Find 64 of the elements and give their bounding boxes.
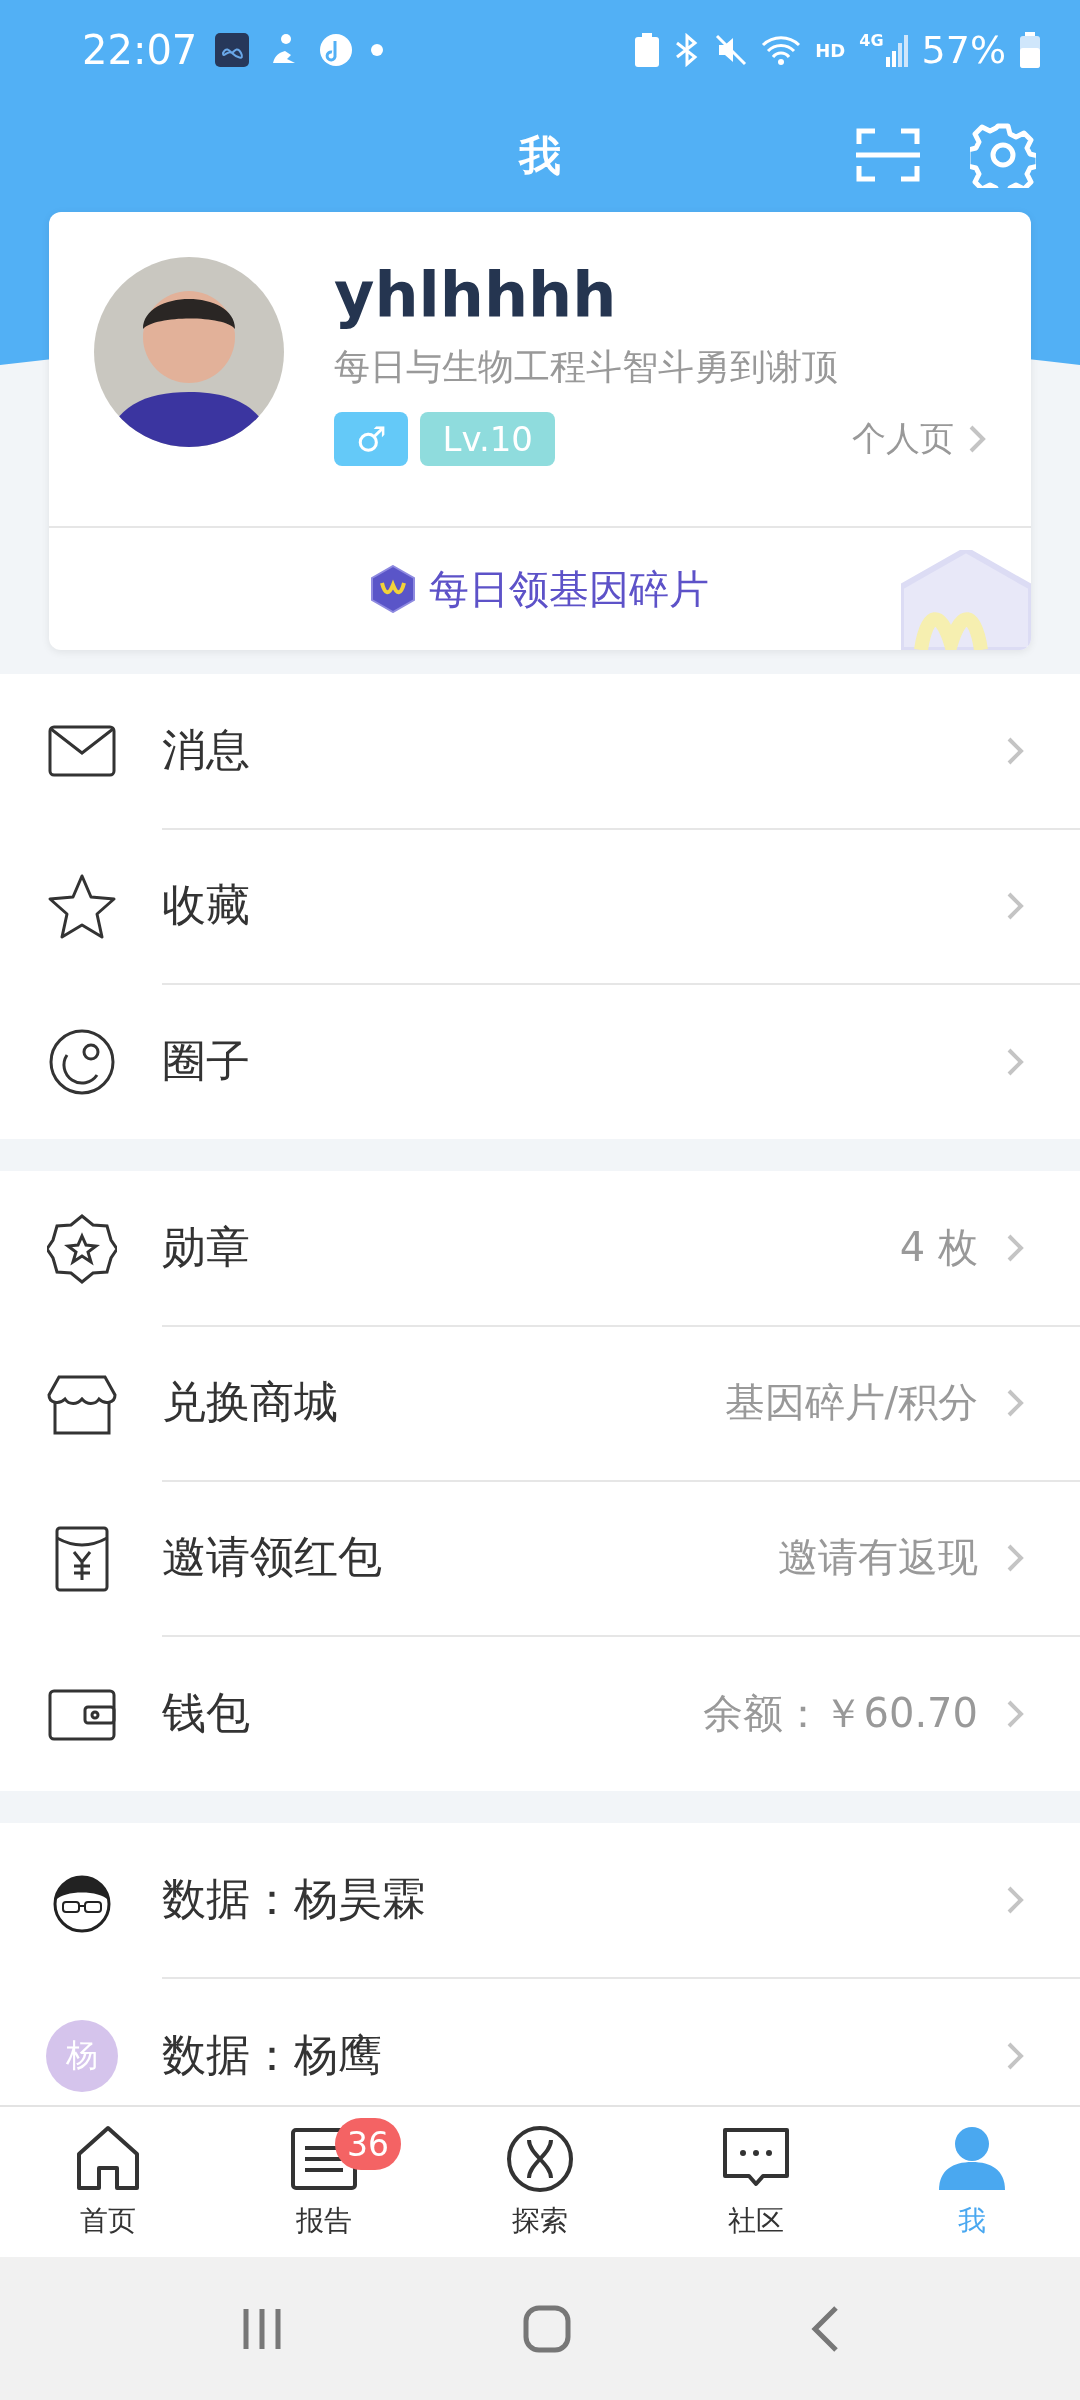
chevron-icon xyxy=(1006,1698,1024,1729)
chevron-icon xyxy=(1006,1046,1024,1077)
daily-reward-link[interactable]: 每日领基因碎片 xyxy=(371,561,709,617)
menu-value: 4 枚 xyxy=(899,1223,978,1272)
back-icon[interactable] xyxy=(810,2304,841,2353)
settings-icon[interactable] xyxy=(970,122,1036,188)
avatar: 杨 xyxy=(46,2019,118,2092)
chevron-icon xyxy=(1006,1232,1024,1263)
scan-icon[interactable] xyxy=(856,128,920,182)
chevron-icon xyxy=(968,424,986,454)
menu-label: 圈子 xyxy=(162,1034,250,1088)
signal-icon xyxy=(885,33,908,67)
menu-item[interactable]: 勋章 4 枚 xyxy=(0,1171,1080,1326)
network-label: HD xyxy=(815,39,846,61)
menu-label: 邀请领红包 xyxy=(162,1530,382,1584)
page-title: 我 xyxy=(519,130,561,182)
menu-label: 数据：杨昊霖 xyxy=(162,1872,426,1926)
circle-icon xyxy=(505,2124,575,2194)
count-badge: 36 xyxy=(335,2118,401,2170)
badge-icon xyxy=(47,1213,117,1284)
tab[interactable]: 探索 xyxy=(432,2107,648,2257)
menu-label: 数据：杨鹰 xyxy=(162,2028,382,2082)
hexagon-logo-icon xyxy=(371,565,415,613)
menu-value: 基因碎片/积分 xyxy=(724,1378,978,1427)
chevron-icon xyxy=(1006,1884,1024,1915)
tab[interactable]: 首页 xyxy=(0,2107,216,2257)
menu-label: 兑换商城 xyxy=(162,1375,338,1429)
menu-label: 钱包 xyxy=(162,1686,250,1740)
tab[interactable]: 36 报告 xyxy=(216,2107,432,2257)
menu-label: 收藏 xyxy=(162,878,250,932)
battery-icon xyxy=(1020,32,1040,68)
menu-item[interactable]: 钱包 余额：￥60.70 xyxy=(0,1636,1080,1791)
menu-value: 余额：￥60.70 xyxy=(703,1689,978,1738)
wifi-icon xyxy=(761,33,802,67)
menu-item[interactable]: 数据：杨昊霖 xyxy=(0,1823,1080,1978)
dot-icon xyxy=(371,44,384,56)
app-icon xyxy=(215,33,250,67)
menu-label: 消息 xyxy=(162,723,250,777)
status-time: 22:07 xyxy=(82,27,198,73)
chevron-icon xyxy=(1006,2040,1024,2071)
home-button-icon[interactable] xyxy=(523,2304,571,2353)
user-bio: 每日与生物工程斗智斗勇到谢顶 xyxy=(334,345,839,389)
battery-percent: 57% xyxy=(921,28,1006,72)
gender-tag: ♂ xyxy=(334,412,409,466)
menu-item[interactable]: 杨 数据：杨鹰 xyxy=(0,1978,1080,2105)
level-tag: Lv.10 xyxy=(420,412,555,466)
network-type: 4G xyxy=(859,33,884,49)
tab[interactable]: 社区 xyxy=(648,2107,864,2257)
menu-value: 邀请有返现 xyxy=(778,1533,978,1582)
menu-item[interactable]: 消息 xyxy=(0,674,1080,829)
menu-label: 勋章 xyxy=(162,1220,250,1274)
menu-item[interactable]: 收藏 xyxy=(0,829,1080,984)
chevron-icon xyxy=(1006,1387,1024,1418)
menu-item[interactable]: 兑换商城 基因碎片/积分 xyxy=(0,1326,1080,1481)
username: yhlhhhh xyxy=(334,257,618,333)
menu-item[interactable]: 邀请领红包 邀请有返现 xyxy=(0,1481,1080,1636)
chevron-icon xyxy=(1006,1542,1024,1573)
chevron-icon xyxy=(1006,735,1024,766)
music-icon xyxy=(319,33,354,67)
mute-icon xyxy=(715,33,748,67)
chevron-icon xyxy=(1006,890,1024,921)
hexagon-watermark-icon xyxy=(901,550,1031,650)
battery-saver-icon xyxy=(635,33,660,67)
menu-item[interactable]: 圈子 xyxy=(0,984,1080,1139)
